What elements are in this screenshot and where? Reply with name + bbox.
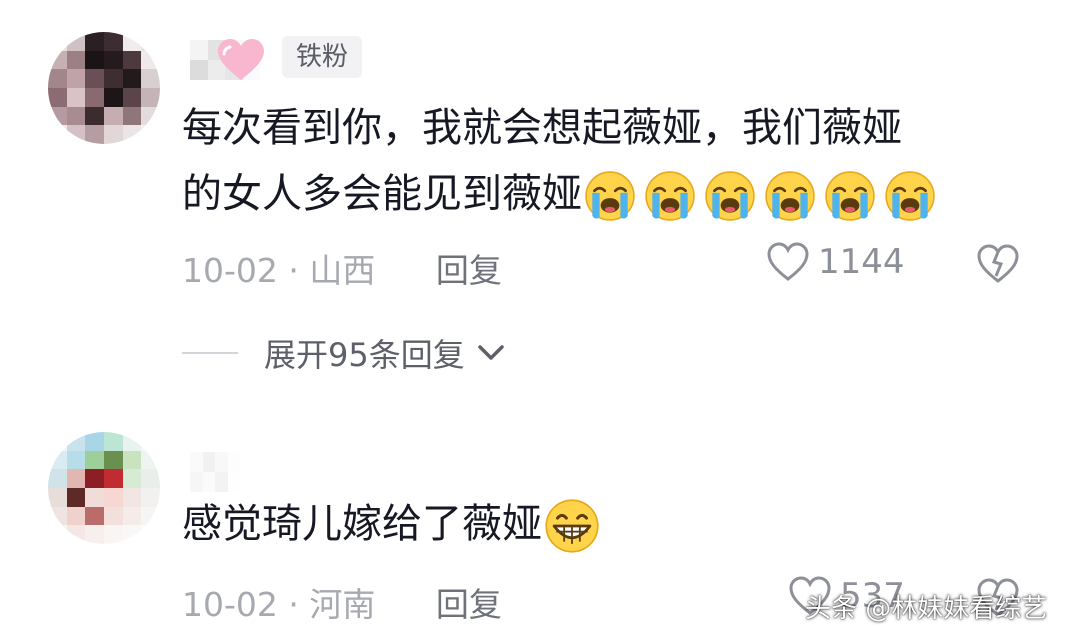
watermark: 头条 @林妹妹看综艺 [805,594,1048,624]
grinning-face-icon [545,499,599,553]
comment-meta: 10-02 · 河南 回复 [182,578,502,626]
comment-location: 河南 [309,585,376,624]
username-pixelated[interactable] [190,452,240,492]
meta-separator: · [288,585,299,624]
comment-item-2: 感觉琦儿嫁给了薇娅 10-02 · 河南 回复 537 [0,0,1080,643]
avatar[interactable] [48,432,160,544]
comment-text-line: 感觉琦儿嫁给了薇娅 [182,494,600,554]
reply-button[interactable]: 回复 [436,585,502,624]
comment-text: 感觉琦儿嫁给了薇娅 [182,501,542,547]
comment-date: 10-02 [182,585,278,624]
